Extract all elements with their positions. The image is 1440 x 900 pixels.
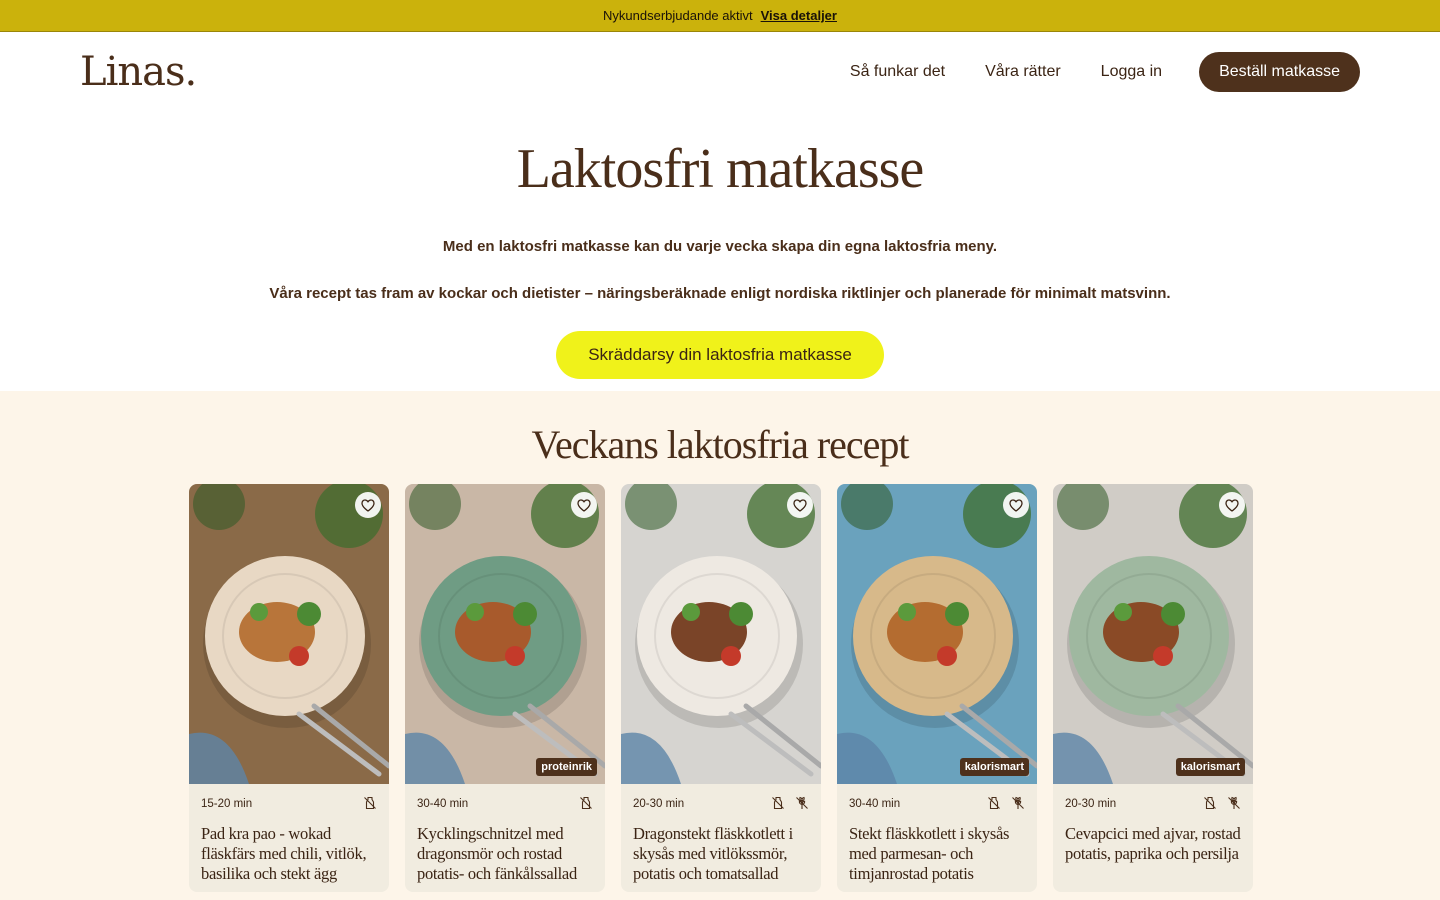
no-gluten-icon: [1227, 796, 1241, 813]
customize-bag-button[interactable]: Skräddarsy din laktosfria matkasse: [556, 331, 884, 379]
hero: Laktosfri matkasse Med en laktosfri matk…: [0, 112, 1440, 391]
weekly-recipes-section: Veckans laktosfria recept 15-20 min Pad k…: [0, 391, 1440, 900]
recipe-card[interactable]: 15-20 min Pad kra pao - wokad fläskfärs m…: [189, 484, 389, 892]
no-milk-icon: [987, 796, 1001, 813]
hero-description: Våra recept tas fram av kockar och dieti…: [269, 285, 1171, 302]
main-nav: Linas. Så funkar det Våra rätter Logga i…: [0, 32, 1440, 112]
recipe-card[interactable]: kalorismart 20-30 min Cevapcici med ajvar,…: [1053, 484, 1253, 892]
recipe-title: Pad kra pao - wokad fläskfärs med chili,…: [201, 824, 367, 883]
no-milk-icon: [1203, 796, 1217, 813]
recipe-cards: 15-20 min Pad kra pao - wokad fläskfärs m…: [189, 484, 1253, 892]
heart-icon: [793, 498, 807, 512]
cooking-time: 15-20 min: [201, 798, 253, 810]
no-milk-icon: [579, 796, 593, 813]
recipe-image[interactable]: proteinrik: [405, 484, 605, 784]
promo-text: Nykundserbjudande aktivt: [603, 8, 753, 23]
hero-intro: Med en laktosfri matkasse kan du varje v…: [442, 238, 998, 255]
heart-icon: [1225, 498, 1239, 512]
cooking-time: 20-30 min: [1065, 798, 1117, 810]
favorite-button[interactable]: [355, 492, 381, 518]
recipe-image[interactable]: [621, 484, 821, 784]
recipe-tag: kalorismart: [959, 758, 1029, 776]
favorite-button[interactable]: [1219, 492, 1245, 518]
recipe-title: Stekt fläskkotlett i skysås med parmesan…: [849, 824, 1010, 883]
cooking-time: 20-30 min: [633, 798, 685, 810]
logo[interactable]: Linas.: [80, 49, 197, 95]
favorite-button[interactable]: [1003, 492, 1029, 518]
no-gluten-icon: [1011, 796, 1025, 813]
nav-login[interactable]: Logga in: [1101, 63, 1162, 81]
recipe-card[interactable]: kalorismart 30-40 min Stekt fläskkotlett i…: [837, 484, 1037, 892]
nav-how-it-works[interactable]: Så funkar det: [850, 63, 945, 81]
recipe-meta: 30-40 min: [837, 796, 1037, 813]
recipe-image[interactable]: kalorismart: [1053, 484, 1253, 784]
recipe-image[interactable]: kalorismart: [837, 484, 1037, 784]
heart-icon: [577, 498, 591, 512]
recipe-tag: kalorismart: [1175, 758, 1245, 776]
favorite-button[interactable]: [571, 492, 597, 518]
order-bag-button[interactable]: Beställ matkasse: [1199, 52, 1360, 92]
cooking-time: 30-40 min: [417, 798, 469, 810]
recipe-meta: 20-30 min: [1053, 796, 1253, 813]
recipe-title: Cevapcici med ajvar, rostad potatis, pap…: [1065, 824, 1241, 863]
recipe-meta: 15-20 min: [189, 796, 389, 813]
no-milk-icon: [771, 796, 785, 813]
recipe-card[interactable]: proteinrik 30-40 min Kycklingschnitzel med…: [405, 484, 605, 892]
nav-links: Så funkar det Våra rätter Logga in Bestä…: [850, 52, 1360, 92]
no-milk-icon: [363, 796, 377, 813]
heart-icon: [361, 498, 375, 512]
recipe-title: Kycklingschnitzel med dragonsmör och ros…: [417, 824, 577, 883]
favorite-button[interactable]: [787, 492, 813, 518]
promo-bar: Nykundserbjudande aktivt Visa detaljer: [0, 0, 1440, 32]
recipe-meta: 30-40 min: [405, 796, 605, 813]
section-heading: Veckans laktosfria recept: [531, 422, 909, 467]
no-gluten-icon: [795, 796, 809, 813]
cooking-time: 30-40 min: [849, 798, 901, 810]
recipe-meta: 20-30 min: [621, 796, 821, 813]
heart-icon: [1009, 498, 1023, 512]
recipe-title: Dragonstekt fläskkotlett i skysås med vi…: [633, 824, 793, 883]
nav-our-dishes[interactable]: Våra rätter: [985, 63, 1061, 81]
recipe-tag: proteinrik: [536, 758, 597, 776]
page-title: Laktosfri matkasse: [516, 138, 925, 200]
promo-details-link[interactable]: Visa detaljer: [761, 8, 837, 23]
recipe-image[interactable]: [189, 484, 389, 784]
recipe-card[interactable]: 20-30 min Dragonstekt fläskkotlett i skys…: [621, 484, 821, 892]
